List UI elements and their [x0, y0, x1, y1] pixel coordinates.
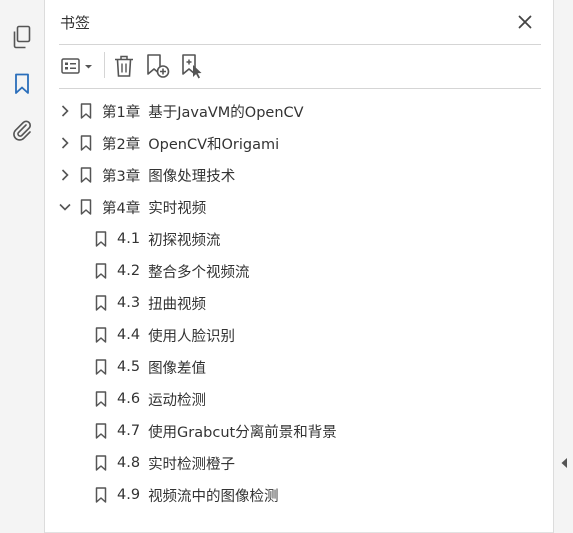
attachment-icon[interactable]: [9, 117, 35, 143]
chevron-right-icon[interactable]: [58, 136, 72, 150]
bookmark-section-4-9[interactable]: 4.9 视频流中的图像检测: [95, 481, 279, 509]
bookmark-title: 初探视频流: [148, 232, 221, 249]
bookmark-number: 4.4: [117, 327, 141, 343]
chevron-right-icon[interactable]: [58, 168, 72, 182]
bookmark-section-4-6[interactable]: 4.6 运动检测: [95, 385, 206, 413]
bookmark-section-4-3[interactable]: 4.3 扭曲视频: [95, 289, 206, 317]
toolbar-separator: [104, 52, 105, 78]
bookmark-title: 视频流中的图像检测: [148, 488, 279, 505]
bookmark-icon: [80, 199, 92, 215]
bookmark-title: 实时检测橙子: [148, 456, 236, 473]
bookmark-chapter-2[interactable]: 第2章 OpenCV和Origami: [58, 129, 279, 157]
bookmark-icon[interactable]: [9, 71, 35, 97]
bookmark-icon: [95, 423, 107, 439]
close-button[interactable]: [515, 12, 535, 32]
close-icon: [518, 15, 532, 29]
bookmark-number: 4.3: [117, 295, 141, 311]
chevron-down-icon[interactable]: [58, 200, 72, 214]
bookmark-icon: [95, 295, 107, 311]
header-divider: [59, 44, 541, 45]
bookmark-number: 4.7: [117, 423, 141, 439]
bookmark-icon: [80, 167, 92, 183]
collapse-pane-icon[interactable]: [560, 454, 568, 468]
bookmark-number: 第4章: [102, 200, 141, 217]
bookmark-icon: [95, 455, 107, 471]
bookmark-chapter-1[interactable]: 第1章 基于JavaVM的OpenCV: [58, 97, 304, 125]
options-menu-icon: [61, 58, 92, 74]
bookmark-title: 图像差值: [148, 360, 207, 377]
bookmark-title: 使用Grabcut分离前景和背景: [148, 424, 337, 441]
bookmark-section-4-4[interactable]: 4.4 使用人脸识别: [95, 321, 235, 349]
bookmark-section-4-1[interactable]: 4.1 初探视频流: [95, 225, 221, 253]
bookmark-title: 基于JavaVM的OpenCV: [148, 104, 304, 121]
chevron-right-icon[interactable]: [58, 104, 72, 118]
right-pane-strip: [553, 0, 573, 533]
bookmark-icon: [80, 103, 92, 119]
options-menu-button[interactable]: [60, 53, 96, 79]
panel-title: 书签: [60, 14, 91, 32]
left-rail: [0, 0, 45, 533]
bookmark-number: 4.6: [117, 391, 141, 407]
bookmark-number: 第3章: [102, 168, 141, 185]
bookmark-number: 4.8: [117, 455, 141, 471]
bookmark-title: OpenCV和Origami: [148, 136, 280, 153]
bookmark-icon: [95, 263, 107, 279]
bookmark-number: 4.2: [117, 263, 141, 279]
new-bookmark-from-structure-icon: [182, 54, 202, 79]
bookmarks-panel: 书签 第1章 基于JavaVM的OpenCV 第2章 OpenCV和Origam…: [45, 0, 553, 533]
bookmark-section-4-5[interactable]: 4.5 图像差值: [95, 353, 206, 381]
bookmark-icon: [95, 231, 107, 247]
new-bookmark-icon: [147, 54, 170, 78]
bookmark-icon: [95, 327, 107, 343]
bookmark-title: 图像处理技术: [148, 168, 236, 185]
delete-button[interactable]: [112, 53, 136, 79]
delete-icon: [115, 55, 133, 77]
toolbar-divider: [59, 88, 541, 89]
bookmark-icon: [95, 487, 107, 503]
bookmark-section-4-2[interactable]: 4.2 整合多个视频流: [95, 257, 250, 285]
bookmark-number: 4.9: [117, 487, 141, 503]
bookmark-section-4-7[interactable]: 4.7 使用Grabcut分离前景和背景: [95, 417, 337, 445]
bookmark-title: 扭曲视频: [148, 296, 207, 313]
bookmark-number: 4.5: [117, 359, 141, 375]
bookmark-icon: [95, 391, 107, 407]
bookmark-title: 使用人脸识别: [148, 328, 236, 345]
bookmark-title: 实时视频: [148, 200, 207, 217]
bookmark-number: 4.1: [117, 231, 141, 247]
bookmark-chapter-4[interactable]: 第4章 实时视频: [58, 193, 206, 221]
bookmark-icon: [80, 135, 92, 151]
new-bookmark-from-structure-button[interactable]: [180, 53, 206, 79]
bookmark-section-4-8[interactable]: 4.8 实时检测橙子: [95, 449, 235, 477]
pages-icon[interactable]: [9, 24, 35, 50]
bookmark-chapter-3[interactable]: 第3章 图像处理技术: [58, 161, 235, 189]
bookmark-number: 第2章: [102, 136, 141, 153]
bookmark-icon: [95, 359, 107, 375]
new-bookmark-button[interactable]: [145, 53, 171, 79]
bookmark-number: 第1章: [102, 104, 141, 121]
bookmark-title: 运动检测: [148, 392, 207, 409]
bookmark-title: 整合多个视频流: [148, 264, 250, 281]
